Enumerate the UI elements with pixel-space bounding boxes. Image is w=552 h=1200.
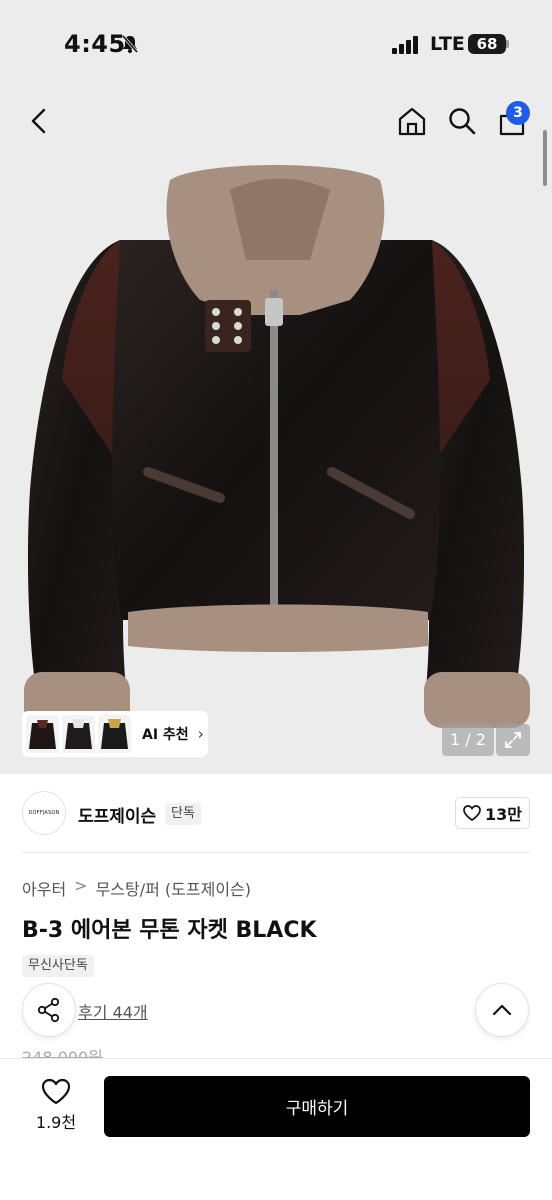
search-icon (449, 108, 476, 135)
product-image[interactable] (0, 150, 552, 740)
chevron-up-icon (492, 1004, 512, 1016)
brand-exclusive-tag: 단독 (165, 803, 201, 825)
ai-thumbnail[interactable] (26, 715, 59, 753)
battery-icon: 68 (468, 34, 506, 54)
ai-thumbnail[interactable] (62, 715, 95, 753)
breadcrumb: 아우터 > 무스탕/퍼 (도프제이슨) (22, 876, 251, 900)
brand-like-button[interactable]: 13만 (455, 797, 530, 829)
network-type: LTE (430, 33, 465, 55)
silent-bell-icon (121, 35, 139, 53)
ai-recommend-button[interactable]: AI 추천 › (22, 711, 208, 757)
breadcrumb-item[interactable]: 무스탕/퍼 (도프제이슨) (96, 876, 251, 900)
divider (22, 852, 530, 853)
signal-icon (392, 36, 418, 54)
battery-tip (506, 40, 509, 48)
image-counter: 1 / 2 (442, 724, 494, 756)
heart-icon (41, 1078, 71, 1105)
chevron-right-icon: › (197, 725, 204, 743)
brand-logo[interactable]: DOFFJASON (22, 791, 66, 835)
product-title: B-3 에어본 무톤 자켓 BLACK (22, 918, 317, 943)
scroll-to-top-button[interactable] (475, 983, 529, 1037)
scrollbar[interactable] (543, 130, 547, 186)
exclusive-badge: 무신사단독 (22, 955, 94, 977)
cart-badge: 3 (506, 101, 530, 125)
brand-logo-text: DOFFJASON (28, 810, 60, 816)
heart-icon (463, 805, 481, 821)
original-price: 248,000원 (22, 1048, 103, 1058)
home-icon (398, 107, 426, 136)
status-time: 4:45 (64, 30, 126, 58)
expand-icon (505, 732, 521, 748)
reviews-link[interactable]: 후기 44개 (78, 999, 148, 1023)
share-icon (37, 997, 60, 1023)
ai-recommend-label: AI 추천 (142, 727, 189, 743)
buy-button[interactable]: 구매하기 (104, 1076, 530, 1137)
breadcrumb-separator: > (74, 876, 88, 895)
ai-thumbnail[interactable] (98, 715, 131, 753)
share-button[interactable] (22, 983, 76, 1037)
search-button[interactable] (444, 103, 480, 139)
status-bar: 4:45 LTE 68 (0, 0, 552, 90)
breadcrumb-item[interactable]: 아우터 (22, 876, 66, 900)
chevron-left-icon (31, 108, 46, 134)
product-image-gallery[interactable]: 4:45 LTE 68 3 AI 추천 › 1 / 2 (0, 0, 552, 774)
expand-image-button[interactable] (496, 724, 530, 756)
wishlist-count: 1.9천 (35, 1113, 77, 1132)
brand-like-count: 13만 (485, 805, 522, 824)
back-button[interactable] (22, 104, 56, 138)
brand-name[interactable]: 도프제이슨 (78, 802, 156, 827)
home-button[interactable] (394, 103, 430, 139)
wishlist-button[interactable]: 1.9천 (26, 1078, 86, 1138)
